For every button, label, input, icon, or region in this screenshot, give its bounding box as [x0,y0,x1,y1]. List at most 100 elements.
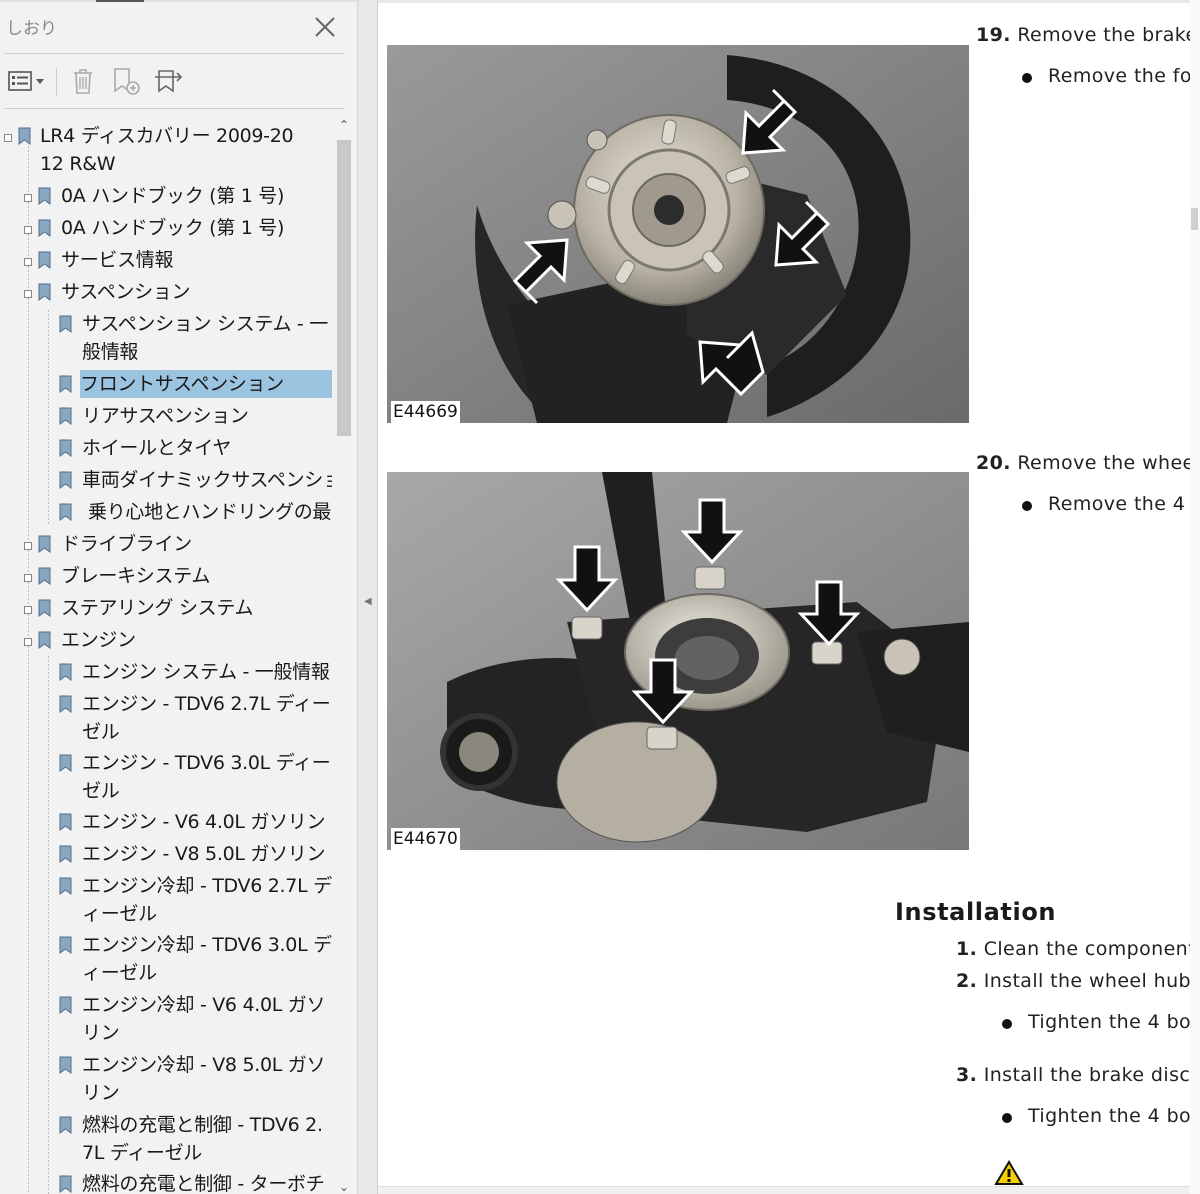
bookmark-item[interactable]: 燃料の充電と制御 - ターボチ [0,1170,334,1194]
wheel-hub-photo [387,45,969,423]
bookmark-label: 0A ハンドブック (第 1 号) [61,217,285,239]
bookmark-item[interactable]: エンジン - V6 4.0L ガソリン [0,808,334,836]
bookmark-item[interactable]: LR4 ディスカバリー 2009-2012 R&W [0,122,334,182]
bookmark-item[interactable]: サービス情報 [0,246,334,274]
bookmark-item[interactable]: ステアリング システム [0,594,334,622]
bookmark-icon [59,695,72,713]
expand-toggle-icon[interactable] [24,606,32,614]
bookmark-icon [59,1175,72,1193]
bookmark-label: サスペンション [61,281,191,303]
bookmark-icon [59,845,72,863]
bookmark-item[interactable]: サスペンション システム - 一般情報 [0,310,334,370]
bookmark-item[interactable]: エンジン - TDV6 2.7L ディーゼル [0,690,334,746]
bookmark-label: エンジン - TDV6 3.0L ディーゼル [82,752,331,802]
bookmark-item[interactable]: エンジン冷却 - TDV6 3.0L ディーゼル [0,931,334,987]
expand-toggle-icon[interactable] [4,134,12,142]
bookmark-item[interactable]: エンジン [0,626,334,654]
bookmark-scrollbar[interactable]: ⌃ ⌄ [334,118,354,1194]
close-icon[interactable] [312,14,338,40]
collapse-toggle-icon[interactable] [24,290,32,298]
collapse-pane-icon[interactable]: ◀ [364,596,372,607]
bullet-text: Tighten the 4 bo [1028,1011,1192,1033]
bookmark-item[interactable]: 0A ハンドブック (第 1 号) [0,214,334,242]
bookmark-icon [59,315,72,333]
scroll-up-icon[interactable]: ⌃ [337,118,351,138]
expand-toggle-icon[interactable] [24,574,32,582]
bookmark-label: エンジン冷却 - TDV6 3.0L ディーゼル [82,934,332,984]
figure-caption: E44670 [391,828,460,850]
bookmark-item[interactable]: エンジン - TDV6 3.0L ディーゼル [0,749,334,805]
bookmark-label: 燃料の充電と制御 - ターボチ [82,1173,325,1194]
bookmark-item[interactable]: エンジン システム - 一般情報 [0,658,334,686]
trash-icon[interactable] [68,64,98,98]
figure-caption: E44669 [391,401,460,423]
bullet-dot [1022,73,1032,83]
install-step-3-bullet: Tighten the 4 bo [1002,1105,1191,1127]
bookmark-icon [59,439,72,457]
divider [4,53,344,54]
scroll-down-icon[interactable]: ⌄ [337,1180,351,1194]
bookmarks-toolbar [0,60,357,104]
bookmark-icon [38,567,51,585]
step-20: 20. Remove the whee [976,452,1195,474]
bookmark-label: サービス情報 [61,249,174,271]
expand-toggle-icon[interactable] [24,542,32,550]
toolbar-separator [56,68,57,96]
bookmark-item[interactable]: エンジン冷却 - V6 4.0L ガソリン [0,991,334,1047]
bullet-dot [1002,1113,1012,1123]
scroll-thumb[interactable] [337,140,351,436]
step-number: 3. [956,1064,978,1086]
bookmarks-pane: しおり LR4 ディスカバリー 2009-2012 R&W 0A ハンドブック … [0,0,358,1194]
bookmark-label: 乗り心地とハンドリングの最適化 [88,501,332,523]
bookmark-label: エンジン冷却 - V6 4.0L ガソリン [82,994,326,1044]
document-scrollbar[interactable] [1190,0,1200,1194]
expand-toggle-icon[interactable] [24,258,32,266]
step-text: Remove the whee [1017,452,1195,474]
bookmark-icon [38,631,51,649]
bookmark-icon [38,187,51,205]
bookmark-item[interactable]: ブレーキシステム [0,562,334,590]
bookmark-item[interactable]: エンジン冷却 - TDV6 2.7L ディーゼル [0,872,334,928]
step-number: 1. [956,938,978,960]
step-19-bullet: Remove the fo [1022,65,1192,87]
options-menu-icon[interactable] [4,64,48,98]
bookmark-item[interactable]: ホイールとタイヤ [0,434,334,462]
pane-splitter[interactable]: ◀ [358,0,378,1194]
bookmark-item[interactable]: 車両ダイナミックサスペンション [0,466,334,494]
bookmark-item-selected[interactable]: フロントサスペンション [0,370,334,398]
bookmark-icon [59,754,72,772]
expand-toggle-icon[interactable] [24,226,32,234]
bookmark-item[interactable]: エンジン冷却 - V8 5.0L ガソリン [0,1051,334,1107]
bookmark-item[interactable]: 乗り心地とハンドリングの最適化 [0,498,334,526]
bookmark-icon [59,996,72,1014]
bookmark-label: ホイールとタイヤ [82,437,232,459]
bookmark-label: エンジン - V6 4.0L ガソリン [82,811,326,833]
bookmark-item[interactable]: エンジン - V8 5.0L ガソリン [0,840,334,868]
scroll-thumb[interactable] [1191,208,1198,230]
step-text: Remove the brake [1017,24,1198,46]
step-number: 19. [976,24,1011,46]
bookmark-item[interactable]: サスペンション [0,278,334,306]
document-view: E44669 E44670 19. Remove the brake Remov… [378,0,1200,1194]
bookmark-item[interactable]: ドライブライン [0,530,334,558]
bullet-dot [1002,1019,1012,1029]
bookmark-item[interactable]: 燃料の充電と制御 - TDV6 2.7L ディーゼル [0,1111,334,1167]
page-edge [378,0,1200,3]
bookmark-label: 車両ダイナミックサスペンション [82,469,332,491]
bookmark-item[interactable]: 0A ハンドブック (第 1 号) [0,182,334,210]
find-current-bookmark-icon[interactable] [150,64,186,98]
expand-toggle-icon[interactable] [24,194,32,202]
bookmark-label: サスペンション システム - 一般情報 [82,313,328,363]
bookmark-item[interactable]: リアサスペンション [0,402,334,430]
bookmarks-title: しおり [6,19,57,39]
collapse-toggle-icon[interactable] [24,638,32,646]
document-footer-strip [378,1186,1190,1194]
bookmark-icon [59,813,72,831]
add-bookmark-icon[interactable] [108,64,144,98]
bookmark-icon [59,471,72,489]
bullet-text: Remove the 4 [1048,493,1186,515]
bookmark-icon [59,1056,72,1074]
bookmark-icon [59,936,72,954]
bookmark-label: ブレーキシステム [61,565,211,587]
install-step-2-bullet: Tighten the 4 bo [1002,1011,1192,1033]
